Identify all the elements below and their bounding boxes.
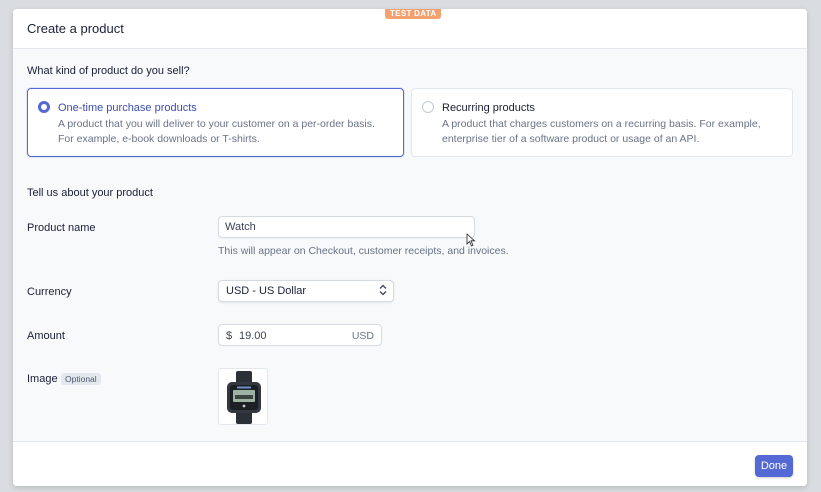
recurring-product-option[interactable]: Recurring products A product that charge… bbox=[411, 88, 793, 157]
currency-select[interactable]: USD - US Dollar bbox=[218, 280, 394, 302]
option-description: A product that charges customers on a re… bbox=[442, 118, 761, 145]
currency-code: USD bbox=[351, 330, 374, 342]
chevron-up-down-icon bbox=[379, 284, 387, 297]
option-description: A product that you will deliver to your … bbox=[58, 118, 375, 145]
one-time-radio[interactable] bbox=[38, 101, 50, 113]
product-type-question: What kind of product do you sell? bbox=[27, 65, 190, 77]
option-title: One-time purchase products bbox=[58, 102, 197, 114]
create-product-modal: Create a product What kind of product do… bbox=[13, 9, 807, 486]
product-image-thumbnail[interactable] bbox=[218, 368, 268, 425]
amount-input[interactable]: $ 19.00 USD bbox=[218, 324, 382, 346]
currency-symbol: $ bbox=[226, 330, 233, 342]
currency-value: USD - US Dollar bbox=[226, 285, 307, 297]
amount-label: Amount bbox=[27, 330, 65, 342]
currency-label: Currency bbox=[27, 286, 72, 298]
mouse-cursor-icon bbox=[466, 233, 476, 247]
one-time-product-option[interactable]: One-time purchase products A product tha… bbox=[27, 88, 404, 157]
modal-footer: Done bbox=[13, 441, 807, 486]
image-label: Image bbox=[27, 373, 58, 385]
optional-badge: Optional bbox=[61, 373, 101, 385]
modal-title: Create a product bbox=[27, 21, 124, 36]
done-button[interactable]: Done bbox=[755, 455, 793, 477]
section-title: Tell us about your product bbox=[27, 187, 153, 199]
test-data-badge: TEST DATA bbox=[385, 9, 442, 19]
amount-value: 19.00 bbox=[239, 330, 267, 342]
recurring-radio[interactable] bbox=[422, 101, 434, 113]
product-name-label: Product name bbox=[27, 222, 96, 234]
option-title: Recurring products bbox=[442, 102, 535, 114]
watch-icon bbox=[227, 371, 261, 424]
product-name-input[interactable]: Watch bbox=[218, 216, 475, 238]
